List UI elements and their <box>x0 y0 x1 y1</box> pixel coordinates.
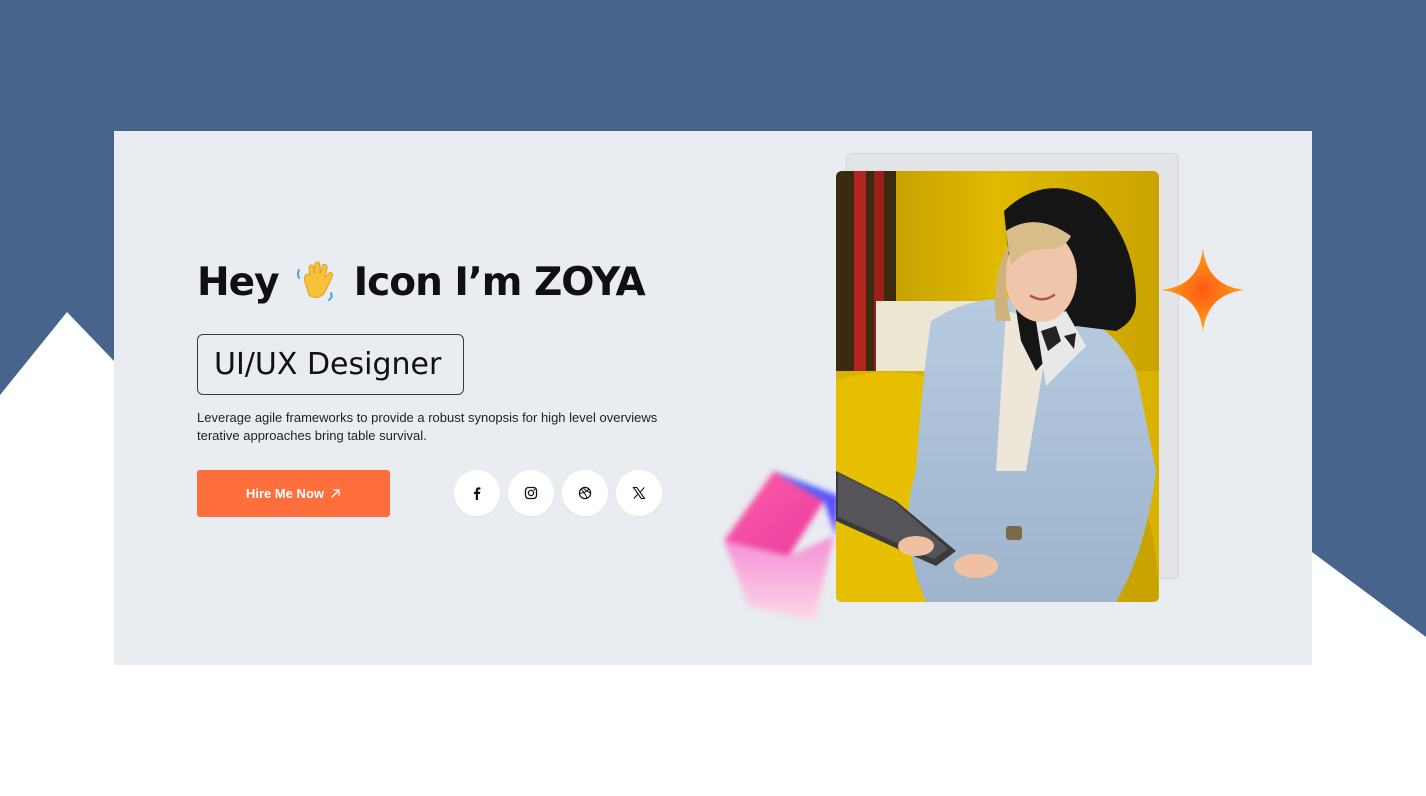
dribbble-icon <box>578 486 592 500</box>
hire-me-label: Hire Me Now <box>245 486 324 501</box>
page: Hey Icon I’m ZOYA UI/UX Designer Leverag… <box>0 0 1426 796</box>
x-icon <box>632 486 646 500</box>
instagram-link[interactable] <box>508 470 554 516</box>
hire-me-button[interactable]: Hire Me Now <box>197 470 390 517</box>
facebook-icon <box>474 487 481 500</box>
hero-description: Leverage agile frameworks to provide a r… <box>197 410 658 443</box>
instagram-icon <box>524 486 538 500</box>
hero-card: Hey Icon I’m ZOYA UI/UX Designer Leverag… <box>114 131 1312 665</box>
role-text: UI/UX Designer <box>214 347 442 382</box>
hero-headline: Hey Icon I’m ZOYA <box>197 259 646 307</box>
arrow-up-right-icon <box>331 489 340 498</box>
sparkle-star-icon <box>1161 248 1245 332</box>
dribbble-link[interactable] <box>562 470 608 516</box>
x-link[interactable] <box>616 470 662 516</box>
name-text: Icon I’m ZOYA <box>353 260 646 305</box>
waving-hand-icon <box>295 260 337 302</box>
greeting-text: Hey <box>197 260 280 305</box>
profile-photo <box>836 171 1159 602</box>
role-badge: UI/UX Designer <box>197 334 464 395</box>
facebook-link[interactable] <box>454 470 500 516</box>
social-links <box>454 470 662 516</box>
gradient-cube-decoration <box>724 471 839 621</box>
